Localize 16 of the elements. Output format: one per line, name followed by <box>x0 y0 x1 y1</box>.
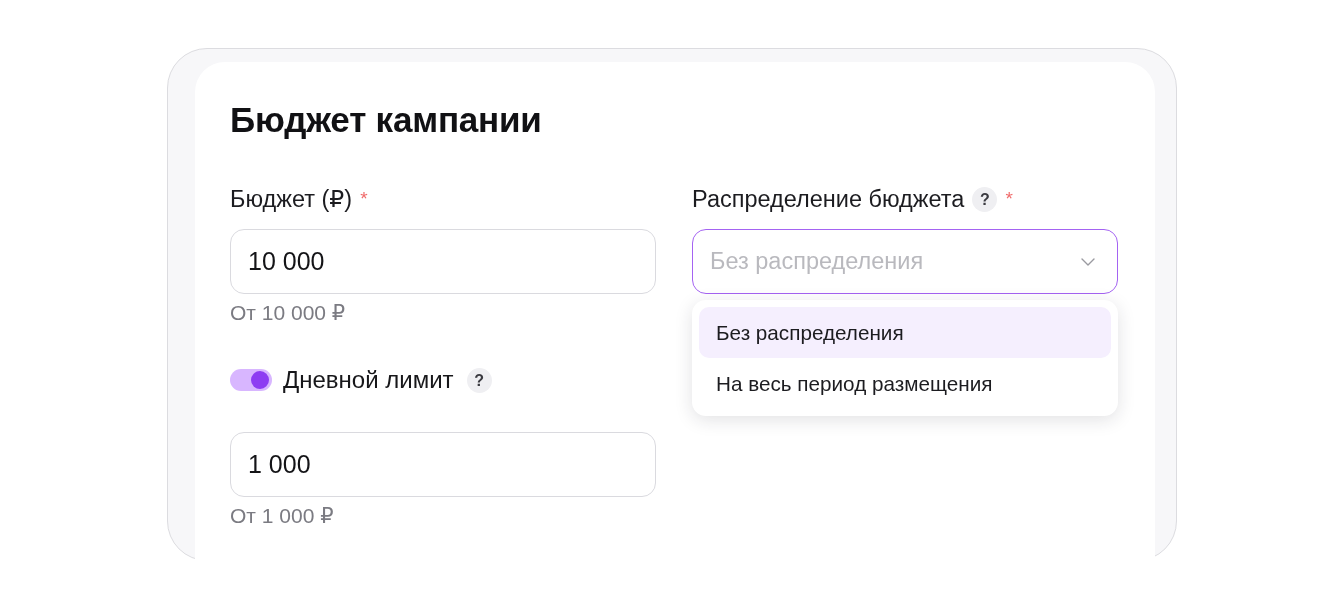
field-label: Распределение бюджета <box>692 186 965 212</box>
hint-text: От 10 000 ₽ <box>230 301 346 325</box>
help-button[interactable]: ? <box>466 367 492 393</box>
daily-limit-toggle[interactable] <box>230 369 272 391</box>
daily-limit-input[interactable]: 1 000 <box>230 432 656 497</box>
dropdown-option[interactable]: На весь период размещения <box>699 358 1111 409</box>
card-title: Бюджет кампании <box>230 102 542 138</box>
required-asterisk: * <box>360 187 368 211</box>
toggle-label: Дневной лимит <box>283 367 454 393</box>
dropdown-option[interactable]: Без распределения <box>699 307 1111 358</box>
hint-text: От 1 000 ₽ <box>230 504 334 528</box>
chevron-down-icon <box>1081 257 1095 266</box>
budget-input[interactable]: 10 000 <box>230 229 656 294</box>
required-asterisk: * <box>1005 187 1013 211</box>
help-button[interactable]: ? <box>972 186 998 212</box>
field-label: Бюджет (₽) <box>230 186 353 212</box>
